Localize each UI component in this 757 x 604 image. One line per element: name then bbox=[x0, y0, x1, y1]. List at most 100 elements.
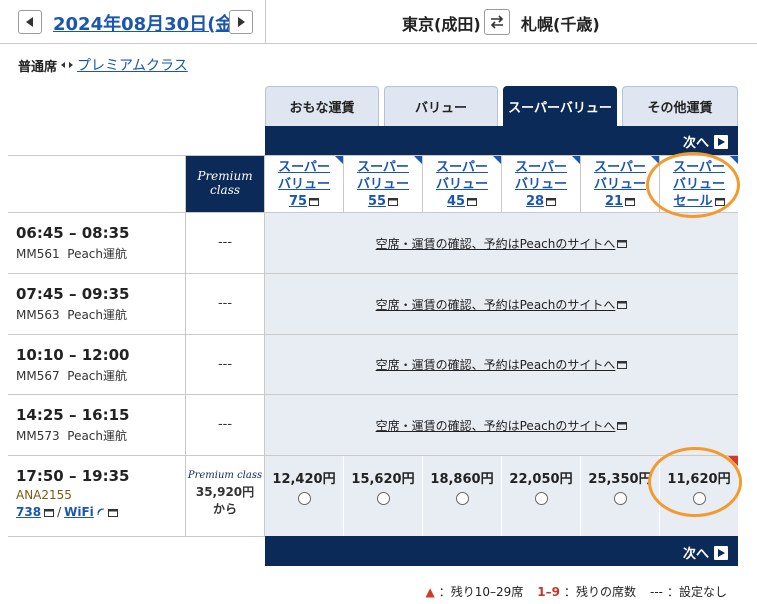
tab-super-value[interactable]: スーパーバリュー bbox=[503, 86, 617, 126]
fare-header-sv45[interactable]: スーパー バリュー 45 bbox=[423, 156, 501, 212]
premium-word: Premium bbox=[197, 169, 253, 183]
seat-class-selector: 普通席 プレミアムクラス bbox=[18, 55, 188, 75]
tab-other-fares[interactable]: その他運賃 bbox=[622, 86, 738, 126]
swap-route-button[interactable] bbox=[484, 9, 510, 35]
prev-day-button[interactable] bbox=[18, 10, 42, 34]
flight-number: MM561 Peach運航 bbox=[16, 247, 128, 261]
fare-radio[interactable] bbox=[297, 492, 311, 505]
flight-info-ana2155: 17:50 – 19:35 ANA2155 738 / WiFi bbox=[0, 467, 186, 519]
external-window-icon bbox=[388, 198, 399, 206]
fare-cell-sv45[interactable]: 18,860円 bbox=[423, 456, 501, 536]
flight-info-mm561: 06:45 – 08:35 MM561 Peach運航 bbox=[0, 224, 186, 262]
premium-class-header: Premium class bbox=[186, 156, 264, 212]
fare-header-sv75[interactable]: スーパー バリュー 75 bbox=[265, 156, 343, 212]
fare-header-line1[interactable]: スーパー bbox=[278, 160, 330, 175]
external-window-icon bbox=[617, 239, 628, 248]
premium-class-link[interactable]: プレミアムクラス bbox=[77, 55, 188, 75]
fare-header-line3[interactable]: 28 bbox=[526, 194, 544, 209]
peach-site-link[interactable]: 空席・運賃の確認、予約はPeachのサイトへ bbox=[376, 417, 616, 434]
premium-fare-cell: --- bbox=[217, 357, 233, 372]
fare-cell-sv55[interactable]: 15,620円 bbox=[344, 456, 422, 536]
fare-radio[interactable] bbox=[376, 492, 390, 505]
chevron-right-icon bbox=[238, 17, 245, 27]
fare-header-line2[interactable]: バリュー bbox=[515, 177, 567, 192]
peach-site-link[interactable]: 空席・運賃の確認、予約はPeachのサイトへ bbox=[376, 356, 616, 373]
premium-from: から bbox=[212, 502, 237, 516]
legend-range: 1–9 bbox=[537, 584, 560, 599]
external-window-icon bbox=[546, 198, 557, 206]
fare-radio[interactable] bbox=[692, 492, 706, 505]
fare-price: 12,420円 bbox=[272, 472, 336, 487]
peach-site-link[interactable]: 空席・運賃の確認、予約はPeachのサイトへ bbox=[376, 235, 616, 252]
fare-header-line3[interactable]: セール bbox=[673, 194, 712, 209]
class-word: class bbox=[209, 183, 241, 197]
fare-radio[interactable] bbox=[534, 492, 548, 505]
fare-header-sv28[interactable]: スーパー バリュー 28 bbox=[502, 156, 580, 212]
flight-info-mm567: 10:10 – 12:00 MM567 Peach運航 bbox=[0, 346, 186, 384]
peach-site-link[interactable]: 空席・運賃の確認、予約はPeachのサイトへ bbox=[376, 296, 616, 313]
peach-booking-row: 空席・運賃の確認、予約はPeachのサイトへ bbox=[265, 395, 738, 455]
fare-radio[interactable] bbox=[613, 492, 627, 505]
grid-line bbox=[422, 456, 423, 536]
peach-booking-row: 空席・運賃の確認、予約はPeachのサイトへ bbox=[265, 274, 738, 334]
fare-header-line3[interactable]: 45 bbox=[447, 194, 465, 209]
date-link[interactable]: 2024年08月30日(金) bbox=[53, 10, 242, 36]
fare-header-line2[interactable]: バリュー bbox=[673, 177, 725, 192]
origin-airport: 東京(成田) bbox=[402, 15, 481, 34]
fare-header-sv21[interactable]: スーパー バリュー 21 bbox=[581, 156, 659, 212]
premium-fare-cell[interactable]: Premium class 35,920円 から bbox=[186, 470, 264, 517]
fare-cell-sv75[interactable]: 12,420円 bbox=[265, 456, 343, 536]
external-window-icon bbox=[617, 421, 628, 430]
fare-cell-sv21[interactable]: 25,350円 bbox=[581, 456, 659, 536]
fare-header-line1[interactable]: スーパー bbox=[594, 160, 646, 175]
next-day-button[interactable] bbox=[229, 10, 253, 34]
grid-line bbox=[659, 156, 660, 212]
flight-time: 10:10 – 12:00 bbox=[16, 346, 130, 364]
tab-value[interactable]: バリュー bbox=[384, 86, 498, 126]
fare-header-line3[interactable]: 75 bbox=[289, 194, 307, 209]
fare-header-line2[interactable]: バリュー bbox=[357, 177, 409, 192]
fare-cell-sv-sale[interactable]: 11,620円 bbox=[660, 456, 738, 536]
fare-cell-sv28[interactable]: 22,050円 bbox=[502, 456, 580, 536]
external-window-icon bbox=[714, 198, 725, 206]
fare-header-line1[interactable]: スーパー bbox=[436, 160, 488, 175]
grid-line bbox=[8, 536, 264, 537]
premium-fare-cell: --- bbox=[217, 417, 233, 432]
flight-number: ANA2155 bbox=[16, 488, 72, 502]
external-window-icon bbox=[467, 198, 478, 206]
fare-header-line2[interactable]: バリュー bbox=[436, 177, 488, 192]
flight-info-mm563: 07:45 – 09:35 MM563 Peach運航 bbox=[0, 285, 186, 323]
fare-header-sv55[interactable]: スーパー バリュー 55 bbox=[344, 156, 422, 212]
external-window-icon bbox=[617, 300, 628, 309]
fare-nav-bar-bottom: 次へ bbox=[265, 536, 738, 566]
external-window-icon bbox=[44, 508, 55, 517]
few-seats-marker bbox=[728, 456, 738, 466]
fare-header-line1[interactable]: スーパー bbox=[357, 160, 409, 175]
wifi-icon bbox=[97, 508, 104, 516]
next-fares-button[interactable]: 次へ bbox=[683, 132, 728, 151]
grid-line bbox=[501, 456, 502, 536]
grid-line bbox=[501, 156, 502, 212]
fare-header-sv-sale[interactable]: スーパー バリュー セール bbox=[660, 156, 738, 212]
next-fares-button[interactable]: 次へ bbox=[683, 543, 728, 562]
external-window-icon bbox=[107, 508, 118, 517]
flight-number: MM573 Peach運航 bbox=[16, 429, 128, 443]
aircraft-link[interactable]: 738 bbox=[16, 505, 41, 519]
wifi-link[interactable]: WiFi bbox=[64, 505, 94, 519]
premium-fare-cell: --- bbox=[217, 235, 233, 250]
premium-class-label: Premium class bbox=[187, 470, 263, 481]
fare-header-line1[interactable]: スーパー bbox=[515, 160, 567, 175]
tab-main-fares[interactable]: おもな運賃 bbox=[265, 86, 379, 126]
fare-header-line2[interactable]: バリュー bbox=[278, 177, 330, 192]
fare-header-line3[interactable]: 21 bbox=[605, 194, 623, 209]
destination-airport: 札幌(千歳) bbox=[521, 15, 600, 34]
divider bbox=[265, 0, 266, 44]
fare-header-line2[interactable]: バリュー bbox=[594, 177, 646, 192]
separator: / bbox=[57, 505, 62, 519]
swap-icon bbox=[490, 15, 504, 29]
next-label: 次へ bbox=[682, 547, 709, 562]
fare-price: 18,860円 bbox=[430, 472, 494, 487]
fare-header-line1[interactable]: スーパー bbox=[673, 160, 725, 175]
fare-radio[interactable] bbox=[455, 492, 469, 505]
fare-header-line3[interactable]: 55 bbox=[368, 194, 386, 209]
